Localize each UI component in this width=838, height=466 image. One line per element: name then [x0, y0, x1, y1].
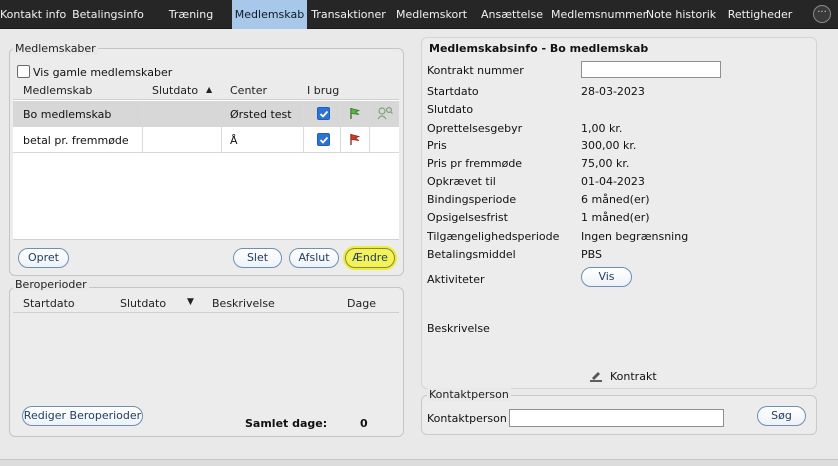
- field-value: 1,00 kr.: [581, 122, 623, 135]
- tab-betalingsinfo[interactable]: Betalingsinfo: [66, 0, 150, 29]
- field-value: 300,00 kr.: [581, 139, 637, 152]
- tab-note-historik[interactable]: Note historik: [644, 0, 718, 29]
- field-value: Ingen begrænsning: [581, 230, 689, 243]
- in-use-checkbox[interactable]: [317, 107, 330, 120]
- col-medlemskab[interactable]: Medlemskab: [23, 84, 92, 97]
- contact-person-field[interactable]: [509, 409, 724, 427]
- row-name: Bo medlemskab: [23, 108, 112, 121]
- table-row[interactable]: Bo medlemskab Ørsted test: [13, 101, 399, 127]
- memberships-title: Medlemskaber: [13, 42, 98, 55]
- change-button[interactable]: Ændre: [345, 248, 395, 268]
- field-value: 1 måned(er): [581, 211, 650, 224]
- contract-link[interactable]: Kontrakt: [610, 370, 657, 383]
- col-slutdato[interactable]: Slutdato: [152, 84, 198, 97]
- delete-button[interactable]: Slet: [233, 248, 282, 268]
- tab-kontakt-info[interactable]: Kontakt info: [0, 0, 66, 29]
- row-center: Ørsted test: [230, 108, 292, 121]
- col-startdato[interactable]: Startdato: [23, 297, 75, 310]
- info-title: Medlemskabsinfo - Bo medlemskab: [429, 42, 649, 55]
- field-label: Opsigelsesfrist: [427, 211, 508, 224]
- red-flag-icon[interactable]: [349, 133, 361, 149]
- col-beskrivelse[interactable]: Beskrivelse: [212, 297, 275, 310]
- field-label: Startdato: [427, 85, 479, 98]
- tab-traening[interactable]: Træning: [150, 0, 232, 29]
- field-value: 28-03-2023: [581, 85, 645, 98]
- row-name: betal pr. fremmøde: [23, 134, 129, 147]
- search-button[interactable]: Søg: [757, 406, 806, 426]
- field-value: PBS: [581, 248, 602, 261]
- edit-pauses-button[interactable]: Rediger Beroperioder: [22, 406, 143, 426]
- search-person-icon[interactable]: [377, 106, 393, 123]
- description-label: Beskrivelse: [427, 322, 490, 335]
- total-days-label: Samlet dage:: [245, 417, 328, 430]
- tab-rettigheder[interactable]: Rettigheder: [718, 0, 802, 29]
- pen-icon[interactable]: [589, 369, 603, 385]
- activities-label: Aktiviteter: [427, 273, 485, 286]
- col-slutdato[interactable]: Slutdato: [120, 297, 166, 310]
- show-old-checkbox[interactable]: [17, 65, 30, 78]
- pauses-title: Beroperioder: [13, 278, 89, 291]
- field-value: 01-04-2023: [581, 175, 645, 188]
- field-label: Pris pr fremmøde: [427, 157, 523, 170]
- green-flag-icon[interactable]: [349, 107, 361, 123]
- col-i-brug[interactable]: I brug: [307, 84, 339, 97]
- field-label: Pris: [427, 139, 447, 152]
- sort-down-icon: ▼: [187, 297, 194, 307]
- more-tabs-button[interactable]: ···: [813, 5, 831, 23]
- field-label: Bindingsperiode: [427, 193, 517, 206]
- contact-title: Kontaktperson: [427, 388, 511, 401]
- tab-medlemskab[interactable]: Medlemskab: [232, 0, 307, 29]
- table-row[interactable]: betal pr. fremmøde Å: [13, 127, 399, 153]
- col-dage[interactable]: Dage: [347, 297, 376, 310]
- show-activities-button[interactable]: Vis: [581, 267, 632, 287]
- total-days-value: 0: [360, 417, 368, 430]
- pauses-table-header: Startdato Slutdato ▼ Beskrivelse Dage: [13, 294, 399, 313]
- contract-number-field[interactable]: [581, 61, 721, 78]
- contact-label: Kontaktperson: [427, 412, 507, 425]
- tab-bar: Kontakt info Betalingsinfo Træning Medle…: [0, 0, 838, 29]
- field-value: 6 måned(er): [581, 193, 650, 206]
- in-use-checkbox[interactable]: [317, 133, 330, 146]
- create-button[interactable]: Opret: [18, 248, 69, 268]
- field-label: Slutdato: [427, 103, 474, 116]
- end-button[interactable]: Afslut: [289, 248, 339, 268]
- row-center: Å: [230, 134, 238, 147]
- field-label: Betalingsmiddel: [427, 248, 516, 261]
- field-label: Tilgængelighedsperiode: [427, 230, 560, 243]
- tab-transaktioner[interactable]: Transaktioner: [307, 0, 390, 29]
- sort-up-icon: ▲: [206, 85, 213, 94]
- field-label: Kontrakt nummer: [427, 64, 524, 77]
- tab-medlemskort[interactable]: Medlemskort: [390, 0, 473, 29]
- col-center[interactable]: Center: [230, 84, 267, 97]
- field-label: Oprettelsesgebyr: [427, 122, 523, 135]
- field-label: Opkrævet til: [427, 175, 496, 188]
- show-old-label: Vis gamle medlemskaber: [33, 66, 173, 79]
- memberships-table-header: Medlemskab Slutdato ▲ Center I brug: [13, 81, 399, 100]
- field-value: 75,00 kr.: [581, 157, 630, 170]
- tab-medlemsnummer[interactable]: Medlemsnummer: [551, 0, 647, 29]
- tab-ansaettelse[interactable]: Ansættelse: [473, 0, 551, 29]
- bottom-strip: [0, 459, 838, 466]
